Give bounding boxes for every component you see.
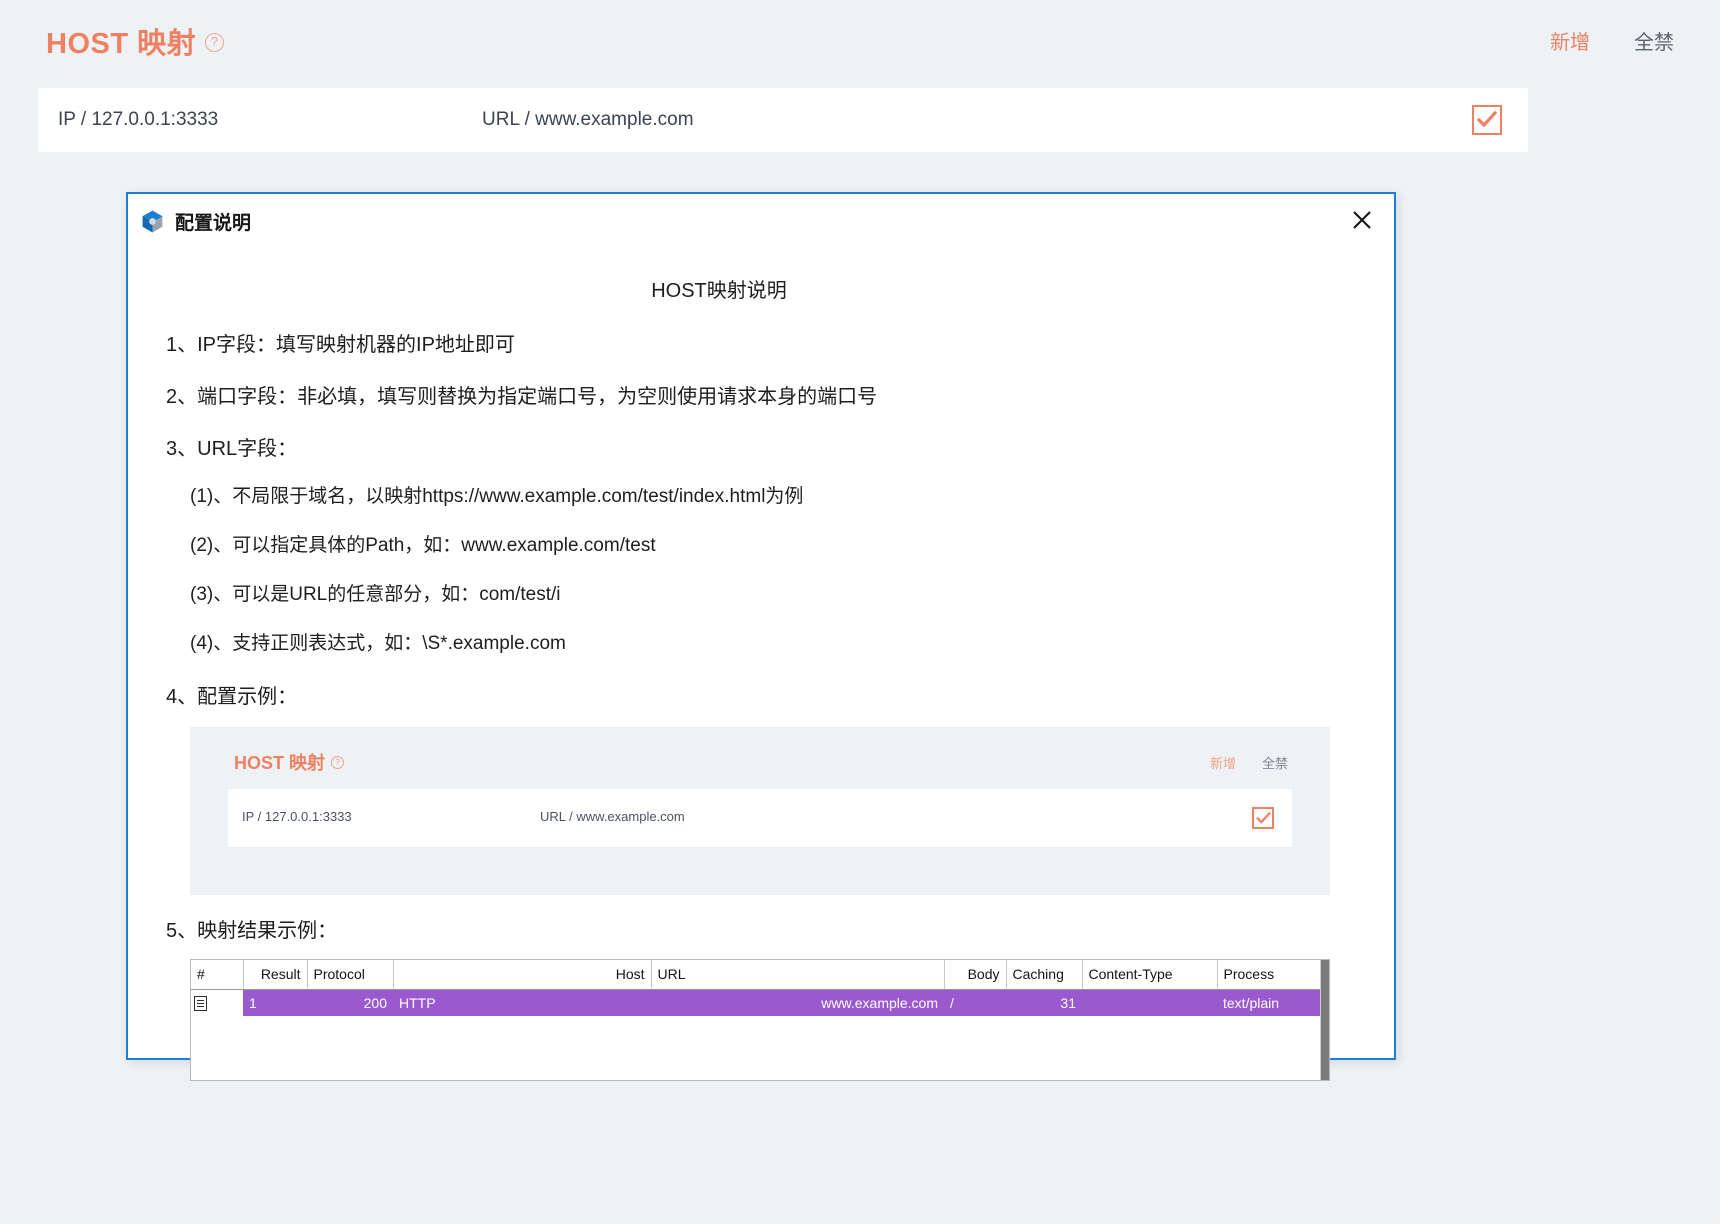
example-title: HOST 映射 ? — [234, 749, 344, 775]
cell-url: / — [944, 989, 1006, 1016]
scrollbar-thumb[interactable] — [1321, 960, 1329, 1080]
col-protocol[interactable]: Protocol — [307, 960, 393, 989]
col-result[interactable]: Result — [243, 960, 307, 989]
cell-content-type: text/plain — [1217, 989, 1327, 1016]
cell-host: www.example.com — [651, 989, 944, 1016]
page-title-text: HOST 映射 — [46, 20, 196, 62]
doc-subitem-1: (1)、不局限于域名，以映射https://www.example.com/te… — [190, 481, 1394, 508]
doc-item-5: 5、映射结果示例： — [166, 921, 1394, 941]
doc-item-1: 1、IP字段：填写映射机器的IP地址即可 — [166, 335, 1394, 355]
example-screenshot: HOST 映射 ? 新增 全禁 IP / 127.0.0.1:3333 URL … — [190, 727, 1330, 895]
checkmark-icon — [1256, 812, 1271, 825]
page-title: HOST 映射 ? — [46, 20, 224, 62]
example-title-text: HOST 映射 — [234, 749, 325, 775]
question-mark-icon: ? — [331, 756, 344, 769]
doc-subitem-2: (2)、可以指定具体的Path，如：www.example.com/test — [190, 530, 1394, 557]
config-help-dialog: 配置说明 HOST映射说明 1、IP字段：填写映射机器的IP地址即可 2、端口字… — [126, 192, 1396, 1060]
doc-heading: HOST映射说明 — [128, 274, 1394, 303]
session-result-table: # Result Protocol Host URL Body Caching … — [190, 959, 1330, 1081]
rule-url-value[interactable]: URL / www.example.com — [482, 109, 694, 131]
close-x-glyph — [1350, 208, 1374, 232]
page-header: HOST 映射 ? 新增 全禁 — [0, 0, 1720, 88]
close-icon[interactable] — [1344, 202, 1380, 238]
ban-all-link[interactable]: 全禁 — [1634, 26, 1674, 55]
session-table-body: 1 200 HTTP www.example.com / 31 text/pla… — [191, 989, 1330, 1016]
example-rule-row: IP / 127.0.0.1:3333 URL / www.example.co… — [228, 789, 1292, 847]
cell-num: 1 — [243, 989, 307, 1016]
doc-item-4: 4、配置示例： — [166, 687, 1394, 707]
dialog-body: HOST映射说明 1、IP字段：填写映射机器的IP地址即可 2、端口字段：非必填… — [128, 274, 1394, 1081]
doc-subitem-4: (4)、支持正则表达式，如：\S*.example.com — [190, 628, 1394, 655]
session-list-icon — [194, 996, 207, 1011]
example-actions: 新增 全禁 — [1210, 753, 1288, 772]
example-rule-url: URL / www.example.com — [540, 809, 685, 824]
session-table-head: # Result Protocol Host URL Body Caching … — [191, 960, 1330, 989]
example-rule-checkbox — [1252, 807, 1274, 829]
cell-protocol: HTTP — [393, 989, 651, 1016]
col-process[interactable]: Process — [1217, 960, 1327, 989]
table-row[interactable]: 1 200 HTTP www.example.com / 31 text/pla… — [191, 989, 1330, 1016]
dialog-titlebar: 配置说明 — [128, 194, 1394, 248]
col-url[interactable]: URL — [651, 960, 944, 989]
cell-caching — [1082, 989, 1217, 1016]
header-actions: 新增 全禁 — [1550, 26, 1674, 55]
session-table-scrollbar[interactable] — [1320, 960, 1329, 1080]
col-num[interactable]: # — [191, 960, 243, 989]
doc-item-3: 3、URL字段： — [166, 439, 1394, 459]
col-host[interactable]: Host — [393, 960, 651, 989]
col-caching[interactable]: Caching — [1006, 960, 1082, 989]
example-add-link: 新增 — [1210, 753, 1236, 772]
cell-body: 31 — [1006, 989, 1082, 1016]
question-mark-icon[interactable]: ? — [205, 33, 224, 52]
host-rule-row[interactable]: IP / 127.0.0.1:3333 URL / www.example.co… — [38, 88, 1528, 152]
doc-list: 1、IP字段：填写映射机器的IP地址即可 2、端口字段：非必填，填写则替换为指定… — [128, 335, 1394, 707]
example-ban-all-link: 全禁 — [1262, 753, 1288, 772]
rule-enabled-checkbox[interactable] — [1472, 105, 1502, 135]
doc-item-2: 2、端口字段：非必填，填写则替换为指定端口号，为空则使用请求本身的端口号 — [166, 387, 1394, 407]
add-rule-link[interactable]: 新增 — [1550, 26, 1590, 55]
dialog-title: 配置说明 — [175, 208, 251, 235]
app-cube-icon — [140, 209, 165, 234]
session-header-row: # Result Protocol Host URL Body Caching … — [191, 960, 1330, 989]
checkmark-icon — [1477, 111, 1497, 129]
example-rule-ip: IP / 127.0.0.1:3333 — [242, 809, 352, 824]
cell-result: 200 — [307, 989, 393, 1016]
row-expand-icon-cell[interactable] — [191, 989, 243, 1016]
col-body[interactable]: Body — [944, 960, 1006, 989]
page-root: HOST 映射 ? 新增 全禁 IP / 127.0.0.1:3333 URL … — [0, 0, 1720, 1224]
session-table: # Result Protocol Host URL Body Caching … — [191, 960, 1330, 1016]
rule-ip-value[interactable]: IP / 127.0.0.1:3333 — [58, 109, 218, 131]
doc-subitem-3: (3)、可以是URL的任意部分，如：com/test/i — [190, 579, 1394, 606]
col-content-type[interactable]: Content-Type — [1082, 960, 1217, 989]
